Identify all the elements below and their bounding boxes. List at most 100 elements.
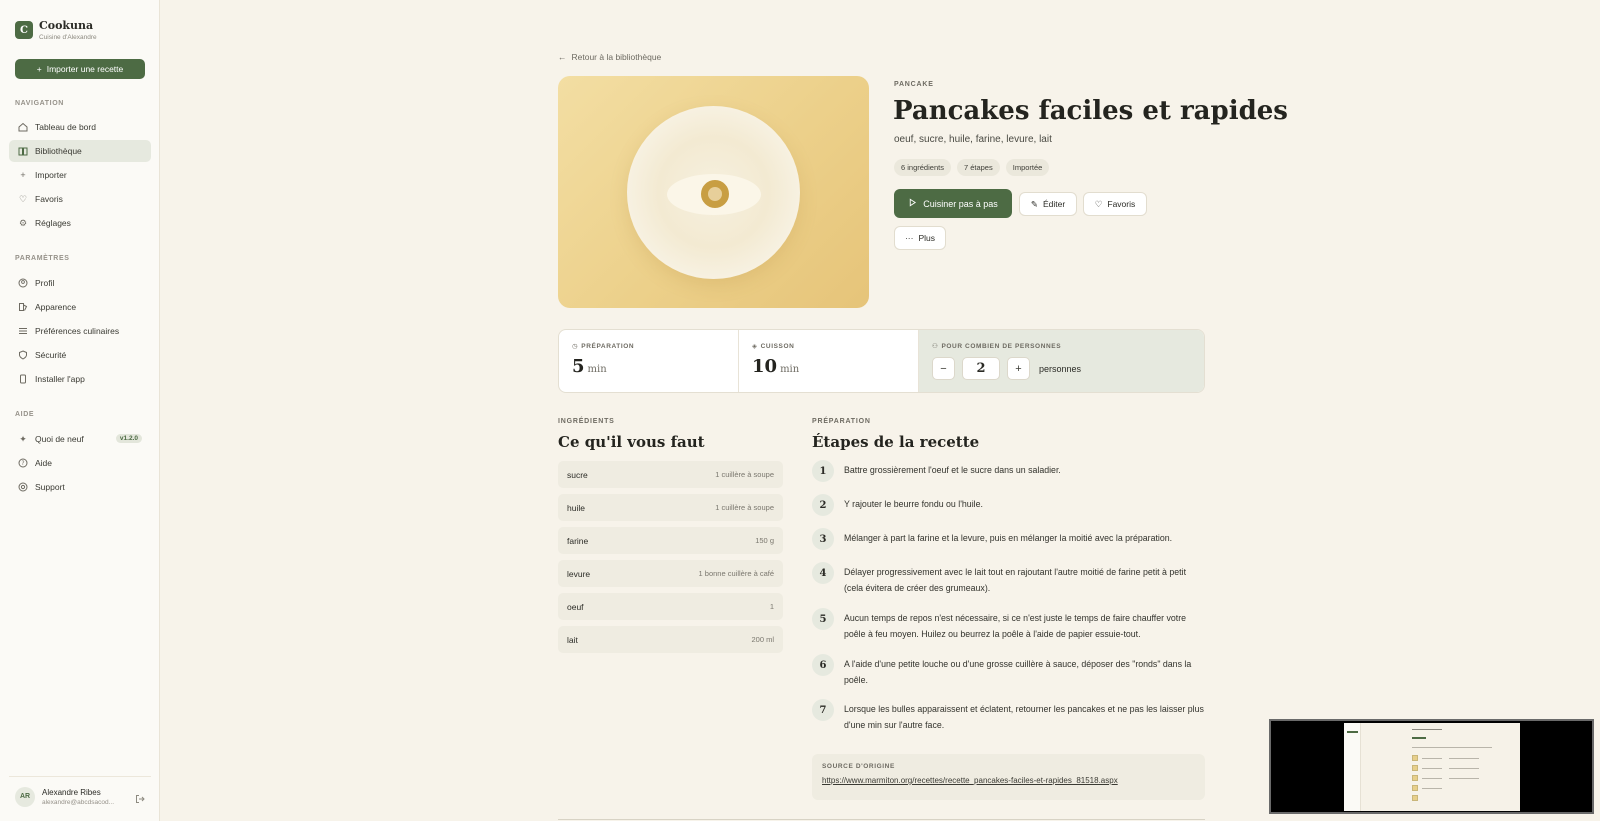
preview-import-button <box>1347 731 1358 733</box>
preview-text-line <box>1422 758 1442 759</box>
flame-icon: ◈ <box>752 343 758 350</box>
servings-unit: personnes <box>1039 363 1082 374</box>
sidebar: C Cookuna Cuisine d'Alexandre + Importer… <box>0 0 160 821</box>
ingredient-quantity: 200 ml <box>751 635 774 644</box>
app-name: Cookuna <box>39 19 94 32</box>
preview-step-marker <box>1412 765 1418 771</box>
ingredient-name: lait <box>567 634 578 645</box>
ingredient-quantity: 1 <box>769 602 774 611</box>
steps-section-label: PRÉPARATION <box>812 418 871 425</box>
logo-icon: C <box>15 21 33 39</box>
prep-time-label: PRÉPARATION <box>581 342 635 350</box>
sidebar-item-label: Préférences culinaires <box>35 326 120 336</box>
cook-time-unit: min <box>780 364 800 375</box>
servings-label: POUR COMBIEN DE PERSONNES <box>941 342 1062 350</box>
sidebar-item-label: Importer <box>35 170 67 180</box>
cook-time-stat: ◈ CUISSON 10 min <box>739 330 919 392</box>
logout-icon[interactable] <box>135 791 145 803</box>
ingredient-name: levure <box>567 568 591 579</box>
preview-stats-line <box>1412 747 1492 748</box>
favorite-button[interactable]: ♡ Favoris <box>1083 192 1147 216</box>
sidebar-item-label: Quoi de neuf <box>35 434 84 444</box>
egg-illustration <box>667 174 761 215</box>
step-text: A l'aide d'une petite louche ou d'une gr… <box>844 659 1192 685</box>
avatar: AR <box>15 786 35 807</box>
sparkles-icon: ✦ <box>19 433 27 444</box>
help-circle-icon: ? <box>18 458 28 468</box>
sidebar-item-security[interactable]: Sécurité <box>9 344 151 366</box>
sidebar-item-label: Installer l'app <box>35 374 85 384</box>
ingredient-quantity: 1 cuillère à soupe <box>715 503 774 512</box>
sidebar-item-install-app[interactable]: Installer l'app <box>9 368 151 390</box>
heart-icon: ♡ <box>1094 198 1103 209</box>
palette-icon <box>18 302 28 312</box>
ingredient-quantity: 150 g <box>755 536 774 545</box>
step-number: 7 <box>812 699 834 721</box>
cook-step-by-step-button[interactable]: Cuisiner pas à pas <box>894 189 1012 218</box>
back-to-library-link[interactable]: ← Retour à la bibliothèque <box>558 52 661 62</box>
recipe-chips: 6 ingrédients 7 étapes Importée <box>894 159 1050 176</box>
preview-text-line <box>1449 778 1479 779</box>
recipe-step: 2 Y rajouter le beurre fondu ou l'huile. <box>812 494 1207 516</box>
decrease-servings-button[interactable]: − <box>932 357 955 380</box>
sidebar-item-profile[interactable]: Profil <box>9 272 151 294</box>
ingredient-quantity: 1 cuillère à soupe <box>715 470 774 479</box>
home-icon <box>18 122 28 132</box>
preview-text-line <box>1422 768 1442 769</box>
step-number: 3 <box>812 528 834 550</box>
sidebar-item-label: Réglages <box>35 218 71 228</box>
recipe-step: 1 Battre grossièrement l'oeuf et le sucr… <box>812 460 1207 482</box>
step-text: Délayer progressivement avec le lait tou… <box>844 567 1187 593</box>
app-subtitle: Cuisine d'Alexandre <box>39 34 97 41</box>
edit-button[interactable]: ✎ Éditer <box>1019 192 1077 216</box>
plate-illustration <box>627 106 800 279</box>
sidebar-item-dashboard[interactable]: Tableau de bord <box>9 116 151 138</box>
preview-text-line <box>1422 778 1442 779</box>
more-button[interactable]: ··· Plus <box>894 226 946 250</box>
ingredient-row: sucre 1 cuillère à soupe <box>558 461 783 488</box>
source-link[interactable]: https://www.marmiton.org/recettes/recett… <box>822 776 1195 785</box>
step-number: 5 <box>812 608 834 630</box>
step-text: Battre grossièrement l'oeuf et le sucre … <box>844 465 1061 475</box>
sidebar-item-support[interactable]: Support <box>9 476 151 498</box>
preview-title-line <box>1412 729 1442 730</box>
sidebar-item-label: Aide <box>35 458 53 468</box>
step-text: Lorsque les bulles apparaissent et éclat… <box>844 704 1204 730</box>
sidebar-item-import[interactable]: + Importer <box>9 164 151 186</box>
servings-count[interactable]: 2 <box>962 357 1000 380</box>
sidebar-item-library[interactable]: Bibliothèque <box>9 140 151 162</box>
recipe-step: 5 Aucun temps de repos n'est nécessaire,… <box>812 608 1207 642</box>
step-number: 4 <box>812 562 834 584</box>
favorite-button-label: Favoris <box>1107 199 1136 209</box>
shield-icon <box>18 350 28 360</box>
sidebar-item-culinary-preferences[interactable]: Préférences culinaires <box>9 320 151 342</box>
settings-section-title: PARAMÈTRES <box>15 255 70 262</box>
sidebar-item-appearance[interactable]: Apparence <box>9 296 151 318</box>
prep-time-value: 5 <box>572 356 585 377</box>
steps-title: Étapes de la recette <box>812 433 980 451</box>
servings-control: ⚇ POUR COMBIEN DE PERSONNES − 2 + personn… <box>919 330 1204 392</box>
user-profile[interactable]: AR Alexandre Ribes alexandre@abcdsacod..… <box>9 776 151 816</box>
source-box: SOURCE D'ORIGINE https://www.marmiton.or… <box>812 754 1205 800</box>
increase-servings-button[interactable]: + <box>1007 357 1030 380</box>
svg-text:?: ? <box>21 460 24 467</box>
users-icon: ⚇ <box>932 343 939 350</box>
import-recipe-button[interactable]: + Importer une recette <box>15 59 145 79</box>
preview-text-line <box>1449 768 1479 769</box>
step-text: Mélanger à part la farine et la levure, … <box>844 533 1173 543</box>
sidebar-item-settings[interactable]: ⚙ Réglages <box>9 212 151 234</box>
arrow-left-icon: ← <box>558 52 567 62</box>
ingredient-name: oeuf <box>567 601 584 612</box>
sidebar-item-help[interactable]: ? Aide <box>9 452 151 474</box>
sidebar-item-favorites[interactable]: ♡ Favoris <box>9 188 151 210</box>
step-number: 2 <box>812 494 834 516</box>
version-badge: v1.2.0 <box>115 434 142 443</box>
preview-step-marker <box>1412 785 1418 791</box>
sidebar-item-whats-new[interactable]: ✦ Quoi de neuf v1.2.0 <box>9 428 151 450</box>
sliders-icon <box>18 326 28 336</box>
step-text: Y rajouter le beurre fondu ou l'huile. <box>844 499 983 509</box>
sidebar-item-label: Sécurité <box>35 350 67 360</box>
ingredients-section-label: INGRÉDIENTS <box>558 418 615 425</box>
screen-preview-thumbnail[interactable] <box>1269 719 1594 814</box>
brand[interactable]: C Cookuna Cuisine d'Alexandre <box>15 19 97 41</box>
